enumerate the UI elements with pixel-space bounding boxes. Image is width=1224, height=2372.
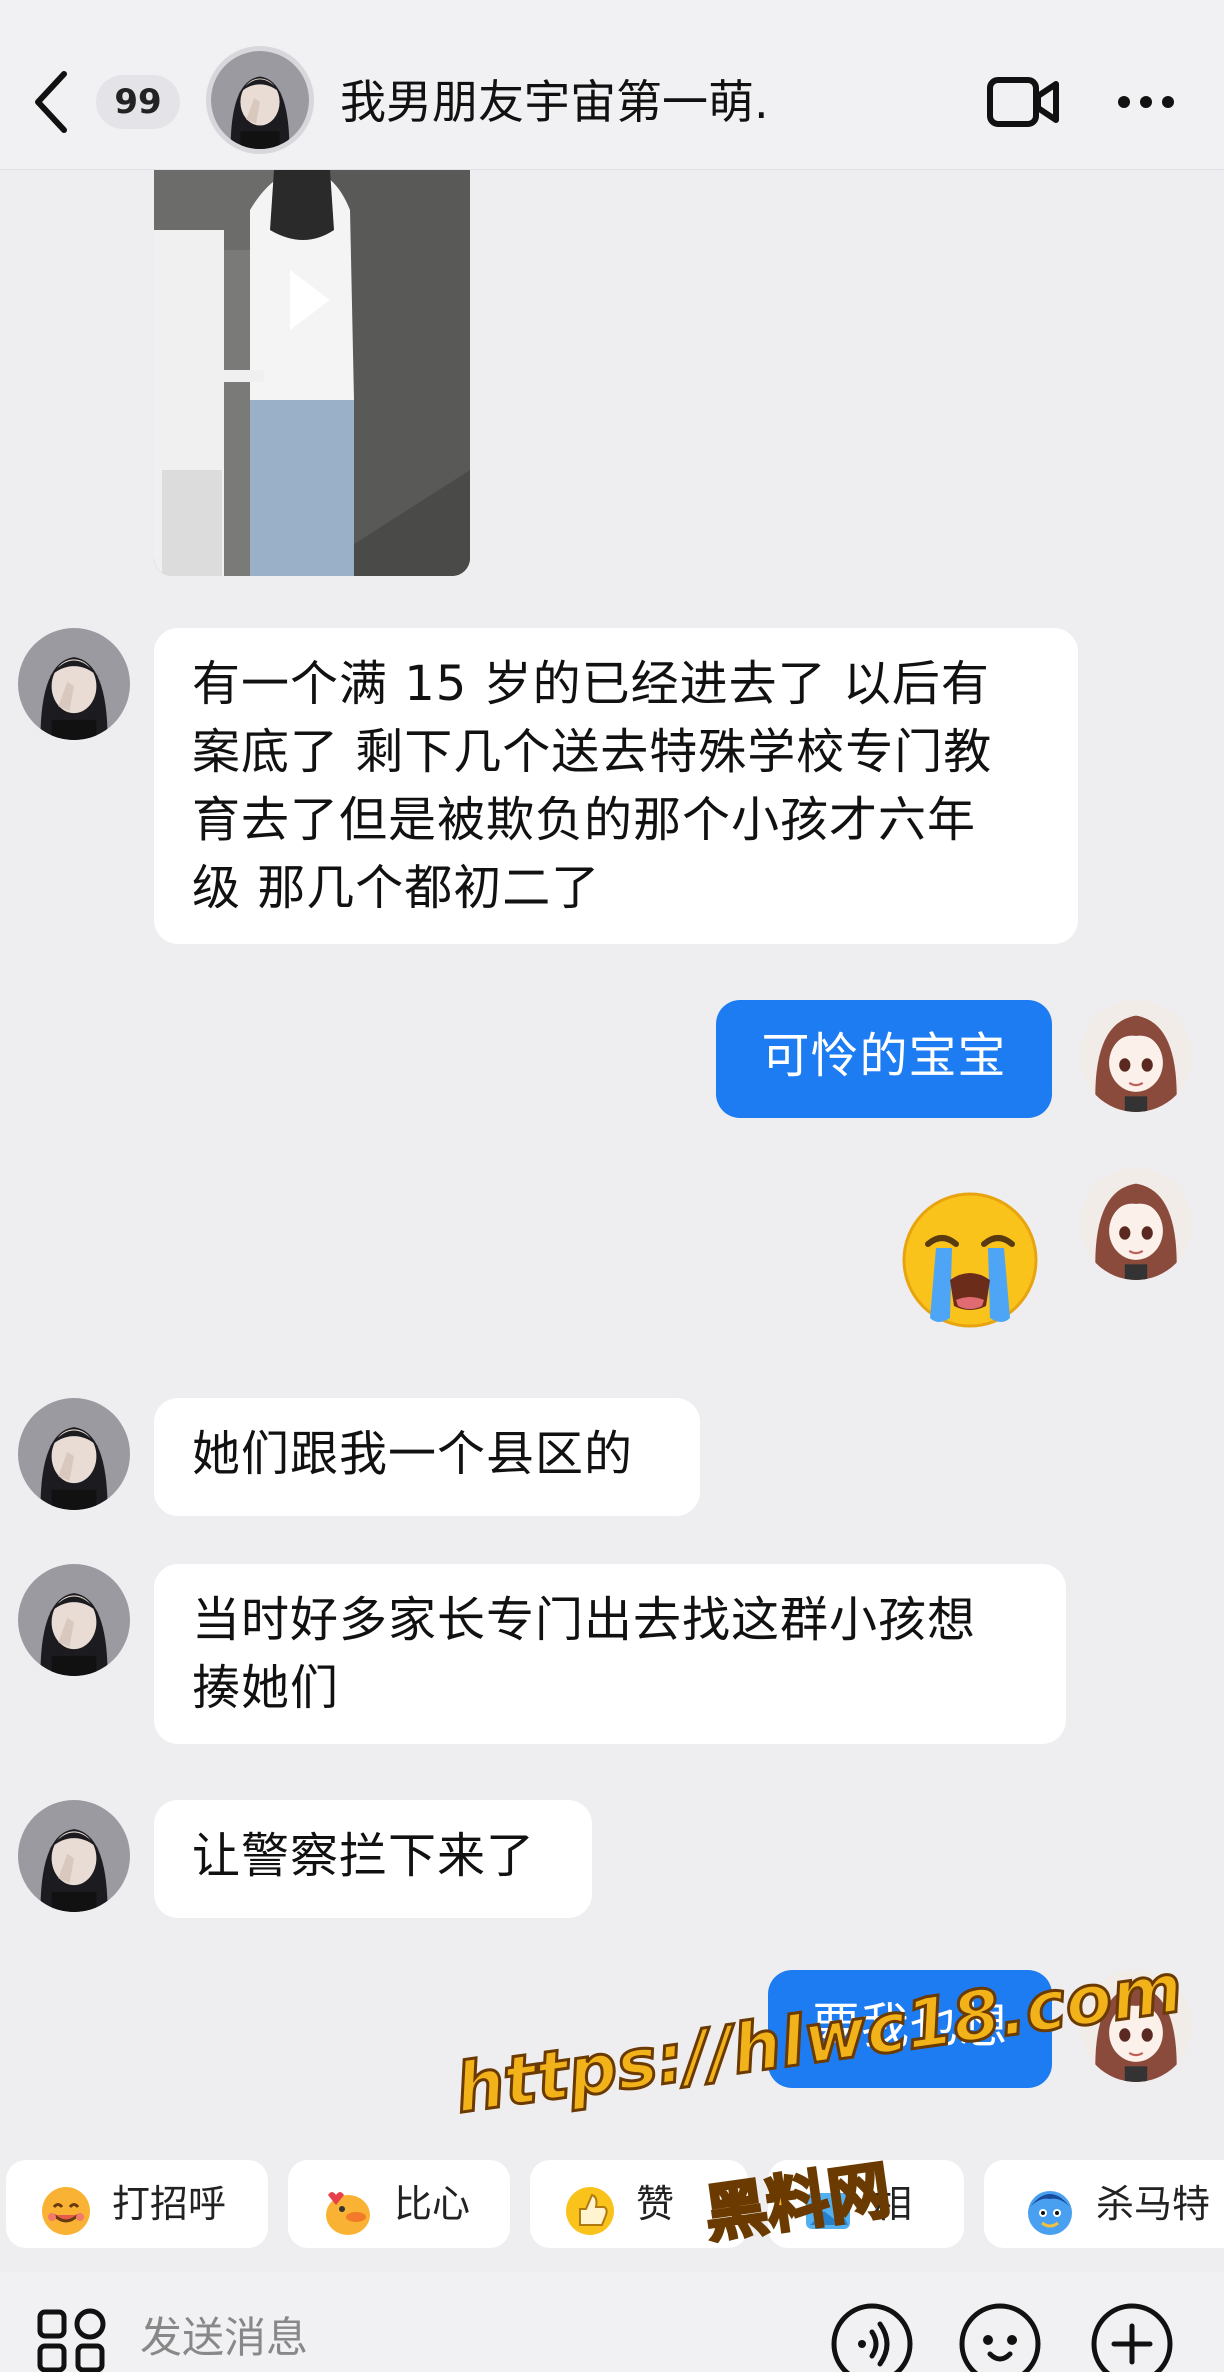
avatar-girl-icon [211, 51, 309, 149]
message-input-bar [0, 2272, 1224, 2372]
sender-avatar[interactable] [18, 1564, 130, 1676]
chat-header: 99 我男朋友宇宙第一萌. [0, 0, 1224, 170]
message-line: 有一个满 15 岁的已经进去了 以后有 [192, 656, 990, 712]
back-button[interactable] [26, 66, 78, 138]
sender-avatar[interactable] [18, 628, 130, 740]
voice-wave-icon [831, 2303, 913, 2372]
chat-title[interactable]: 我男朋友宇宙第一萌. [340, 68, 900, 136]
quick-reply-label: 赞 [636, 2182, 675, 2226]
message-bubble-incoming[interactable]: 她们跟我一个县区的 [154, 1398, 700, 1516]
avatar-girl-icon [18, 628, 130, 740]
video-message[interactable] [154, 170, 470, 576]
unread-count-badge[interactable]: 99 [96, 75, 180, 129]
message-line: 案底了 剩下几个送去特殊学校专门教 [192, 724, 993, 780]
message-list[interactable]: 有一个满 15 岁的已经进去了 以后有 案底了 剩下几个送去特殊学校专门教 育去… [0, 170, 1224, 2160]
quick-reply-label: 比心 [394, 2182, 471, 2226]
smiley-face-icon [959, 2303, 1041, 2372]
voice-button[interactable] [830, 2302, 914, 2372]
message-line: 级 那几个都初二了 [192, 860, 601, 916]
message-bubble-outgoing[interactable]: 可怜的宝宝 [716, 1000, 1052, 1118]
plus-icon [1091, 2303, 1173, 2372]
emoji-button[interactable] [958, 2302, 1042, 2372]
video-call-button[interactable] [986, 74, 1060, 130]
sender-avatar[interactable] [18, 1800, 130, 1912]
crying-emoji-message[interactable] [898, 1188, 1042, 1332]
contact-avatar[interactable] [206, 46, 314, 154]
quick-reply-greet[interactable]: 打招呼 [6, 2160, 268, 2248]
add-button[interactable] [1090, 2302, 1174, 2372]
message-line: 育去了但是被欺负的那个小孩才六年 [192, 792, 977, 848]
duck-heart-icon [322, 2180, 374, 2235]
message-bubble-incoming[interactable]: 让警察拦下来了 [154, 1800, 592, 1918]
video-thumbnail [154, 170, 470, 576]
sender-avatar[interactable] [18, 1398, 130, 1510]
my-avatar[interactable] [1080, 1000, 1192, 1112]
apps-grid-icon [37, 2308, 106, 2372]
more-options-button[interactable] [1116, 88, 1176, 116]
blue-character-icon [1024, 2180, 1076, 2235]
quick-reply-heart[interactable]: 比心 [288, 2160, 510, 2248]
loudly-crying-face-icon [902, 1192, 1038, 1328]
quick-reply-bar[interactable]: 打招呼 比心 赞 相 杀马特 [0, 2150, 1224, 2250]
quick-reply-label: 打招呼 [112, 2182, 227, 2226]
my-avatar[interactable] [1080, 1168, 1192, 1280]
message-line: 当时好多家长专门出去找这群小孩想 [192, 1592, 977, 1648]
message-line: 揍她们 [192, 1660, 340, 1716]
avatar-girl-icon [18, 1398, 130, 1510]
video-camera-icon [987, 77, 1059, 127]
smiling-face-icon [40, 2180, 92, 2235]
avatar-anime-icon [1080, 1168, 1192, 1280]
message-bubble-incoming[interactable]: 当时好多家长专门出去找这群小孩想 揍她们 [154, 1564, 1066, 1744]
more-dots-icon [1118, 96, 1174, 108]
avatar-girl-icon [18, 1800, 130, 1912]
message-bubble-incoming[interactable]: 有一个满 15 岁的已经进去了 以后有 案底了 剩下几个送去特殊学校专门教 育去… [154, 628, 1078, 944]
chevron-left-icon [35, 71, 67, 133]
message-input[interactable] [140, 2302, 780, 2372]
avatar-girl-icon [18, 1564, 130, 1676]
quick-reply-shamate[interactable]: 杀马特 [984, 2160, 1224, 2248]
apps-button[interactable] [36, 2308, 106, 2372]
thumbs-up-icon [564, 2180, 616, 2235]
avatar-anime-icon [1080, 1000, 1192, 1112]
quick-reply-label: 杀马特 [1096, 2182, 1211, 2226]
